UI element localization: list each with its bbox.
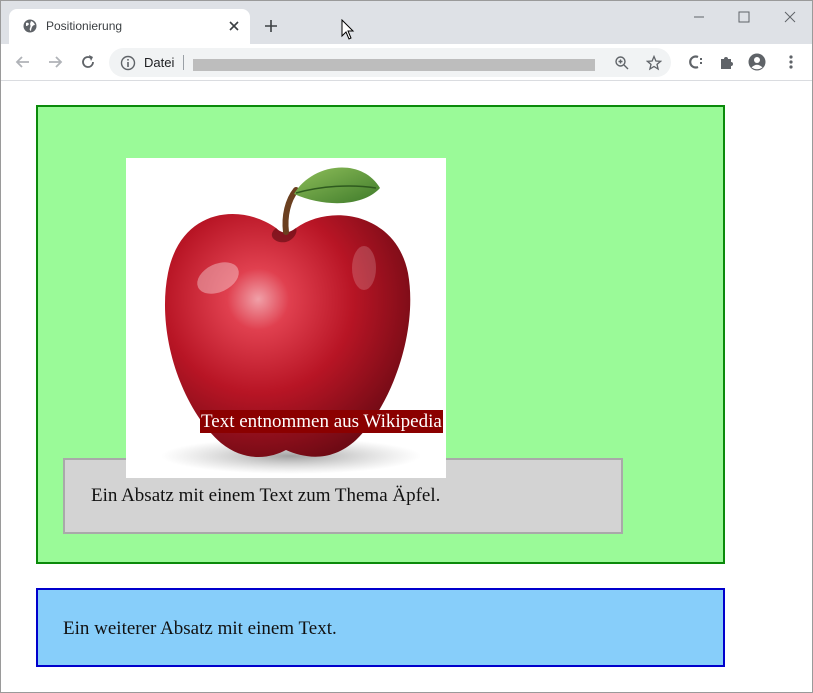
info-icon[interactable] — [120, 55, 136, 71]
reload-icon[interactable] — [78, 52, 98, 72]
globe-icon — [23, 19, 37, 33]
tab-strip: Positionierung — [1, 1, 812, 44]
tab-title: Positionierung — [46, 19, 123, 33]
browser-toolbar: Datei — [1, 44, 812, 81]
minimize-icon[interactable] — [689, 7, 709, 27]
separator — [183, 55, 184, 70]
tab-positionierung[interactable]: Positionierung — [9, 9, 250, 44]
zoom-icon[interactable] — [614, 55, 630, 71]
paragraph-further: Ein weiterer Absatz mit einem Text. — [63, 618, 337, 639]
url-text-redacted[interactable] — [193, 59, 595, 71]
maximize-icon[interactable] — [734, 7, 754, 27]
blue-paragraph-box: Ein weiterer Absatz mit einem Text. — [36, 588, 725, 667]
mouse-cursor-icon — [341, 19, 355, 40]
window-close-icon[interactable] — [780, 7, 800, 27]
extension-c-icon[interactable] — [687, 53, 705, 71]
star-icon[interactable] — [646, 55, 662, 71]
address-bar[interactable]: Datei — [109, 48, 671, 77]
security-label[interactable]: Datei — [144, 55, 174, 70]
paragraph-apples: Ein Absatz mit einem Text zum Thema Äpfe… — [91, 485, 441, 506]
new-tab-plus-icon[interactable] — [263, 18, 279, 34]
profile-icon[interactable] — [748, 53, 766, 71]
image-caption: Text entnommen aus Wikipedia — [200, 410, 443, 433]
tab-close-icon[interactable] — [226, 18, 242, 34]
back-arrow-icon[interactable] — [13, 52, 33, 72]
forward-arrow-icon[interactable] — [45, 52, 65, 72]
menu-icon[interactable] — [782, 53, 800, 71]
puzzle-icon[interactable] — [718, 53, 736, 71]
